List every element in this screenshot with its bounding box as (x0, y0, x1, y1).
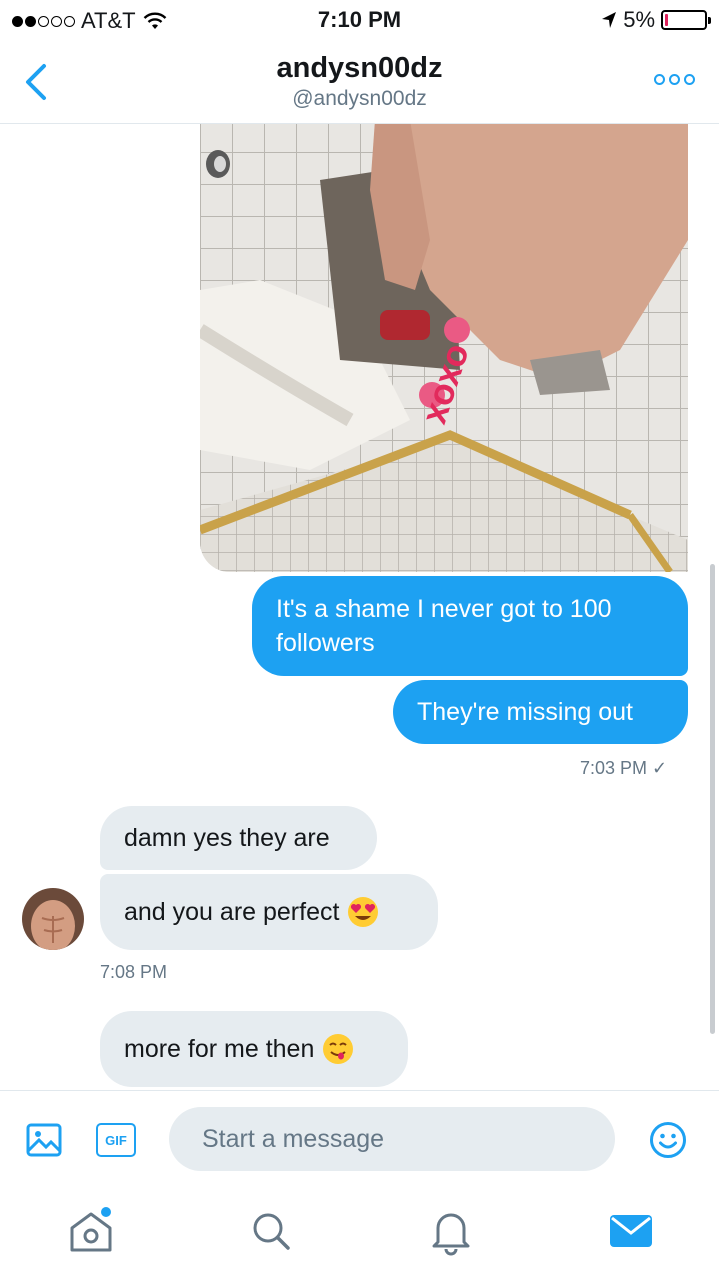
conversation-title: andysn00dz (276, 52, 443, 84)
received-message-text: and you are perfect (124, 898, 340, 926)
message-input[interactable] (169, 1107, 615, 1171)
message-composer: GIF (0, 1090, 719, 1184)
search-icon[interactable] (246, 1206, 296, 1256)
gif-button[interactable]: GIF (96, 1123, 136, 1157)
message-thread[interactable]: XOXO It's a shame I never got to 100 fol… (0, 124, 719, 1090)
more-icon[interactable] (654, 74, 695, 85)
yum-face-emoji-icon (323, 1034, 354, 1064)
received-message[interactable]: more for me then (100, 1011, 408, 1087)
conversation-handle: @andysn00dz (292, 87, 427, 110)
shared-photo[interactable]: XOXO (200, 124, 688, 572)
sent-message[interactable]: It's a shame I never got to 100 follower… (252, 576, 688, 676)
received-message[interactable]: damn yes they are (100, 806, 377, 870)
received-message-text: more for me then (124, 1035, 315, 1063)
conversation-header: andysn00dz @andysn00dz (0, 40, 719, 124)
battery-group: 5% (601, 7, 711, 33)
image-icon[interactable] (26, 1123, 62, 1157)
conversation-title-group[interactable]: andysn00dz @andysn00dz (0, 52, 719, 111)
location-arrow-icon (602, 12, 617, 28)
sender-avatar[interactable] (22, 888, 84, 950)
sent-message-text: They're missing out (417, 698, 633, 726)
battery-icon (661, 10, 711, 30)
scrollbar[interactable] (710, 564, 715, 1034)
heart-eyes-emoji-icon (348, 897, 379, 927)
sent-message[interactable]: They're missing out (393, 680, 688, 744)
home-icon[interactable] (66, 1206, 116, 1256)
received-message-text: damn yes they are (124, 824, 330, 852)
photo-illustration: XOXO (200, 124, 688, 572)
battery-percent: 5% (623, 7, 655, 32)
notifications-icon[interactable] (426, 1206, 476, 1256)
status-bar: AT&T 7:10 PM 5% (0, 0, 719, 40)
received-message[interactable]: and you are perfect (100, 874, 438, 950)
messages-icon[interactable] (606, 1206, 656, 1256)
smiley-icon[interactable] (649, 1121, 687, 1159)
sent-message-text: It's a shame I never got to 100 (276, 595, 612, 623)
sent-message-text-continued: followers (276, 629, 375, 657)
sent-timestamp: 7:03 PM ✓ (580, 758, 668, 778)
received-timestamp: 7:08 PM (100, 962, 168, 982)
tab-bar (0, 1184, 719, 1280)
